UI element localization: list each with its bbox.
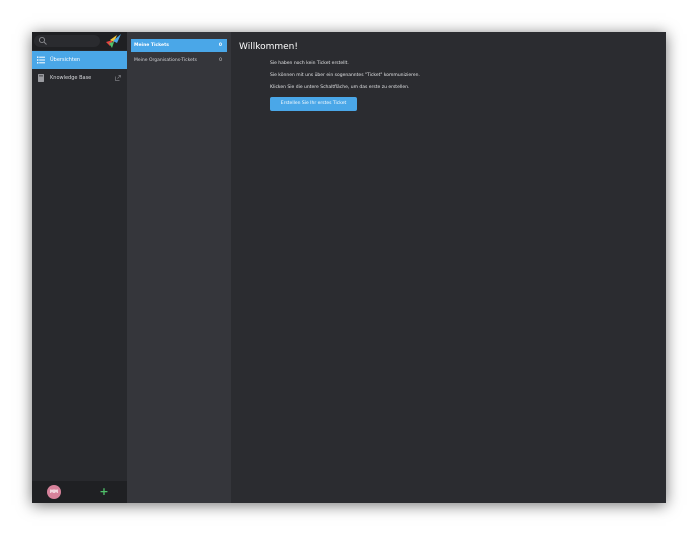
search-input[interactable] xyxy=(34,35,100,47)
page-title: Willkommen! xyxy=(239,42,298,52)
book-icon xyxy=(38,74,44,82)
info-message: Klicken Sie die untere Schaltfläche, um … xyxy=(270,85,410,90)
sidebar-footer: MM + xyxy=(32,481,127,503)
sidebar-item-overviews[interactable]: Übersichten xyxy=(32,51,127,69)
sidebar-header xyxy=(32,32,127,50)
overview-item-organization-tickets[interactable]: Meine Organisations-Tickets 0 xyxy=(131,54,227,67)
avatar[interactable]: MM xyxy=(47,485,61,499)
sidebar-item-label: Knowledge Base xyxy=(50,75,92,81)
overview-list: Meine Tickets 0 Meine Organisations-Tick… xyxy=(127,32,231,503)
sidebar-item-label: Übersichten xyxy=(50,57,81,63)
info-message: Sie können mit uns über ein sogenanntes … xyxy=(270,73,420,78)
add-ticket-button[interactable]: + xyxy=(98,484,110,500)
overview-item-count: 0 xyxy=(218,43,222,48)
app-window: Übersichten Knowledge Base MM + Meine Ti… xyxy=(32,32,666,503)
external-link-icon xyxy=(115,75,121,81)
list-icon xyxy=(37,56,45,64)
create-first-ticket-button[interactable]: Erstellen Sie Ihr erstes Ticket xyxy=(270,97,357,111)
search-icon xyxy=(38,36,47,45)
sidebar: Übersichten Knowledge Base MM + xyxy=(32,32,127,503)
overview-item-label: Meine Organisations-Tickets xyxy=(134,58,197,63)
logo-icon[interactable] xyxy=(104,33,122,49)
overview-item-count: 0 xyxy=(219,58,222,63)
sidebar-item-knowledge-base[interactable]: Knowledge Base xyxy=(32,69,127,87)
overview-item-label: Meine Tickets xyxy=(134,43,169,48)
overview-item-my-tickets[interactable]: Meine Tickets 0 xyxy=(131,39,227,52)
main-content: Willkommen! Sie haben noch kein Ticket e… xyxy=(231,32,666,503)
info-message: Sie haben noch kein Ticket erstellt. xyxy=(270,61,349,66)
